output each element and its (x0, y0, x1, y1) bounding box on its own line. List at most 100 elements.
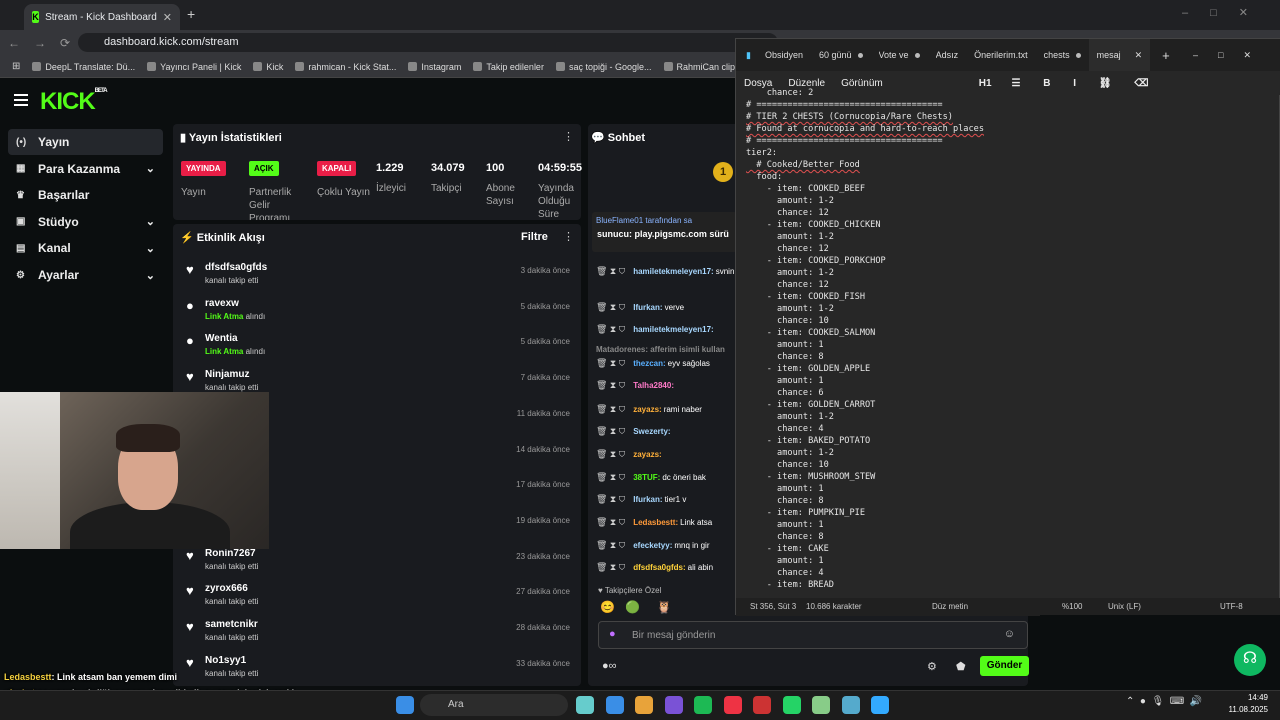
chat-username[interactable]: dfsdfsa0gfds: (633, 563, 685, 572)
taskbar-app-icon[interactable] (576, 696, 594, 714)
chat-username[interactable]: Ifurkan: (633, 495, 662, 504)
activity-item[interactable]: ♥ sametcnikr kanalı takip etti 28 dakika ön… (180, 615, 580, 651)
chat-username[interactable]: Matadorenes: afferim isimli kullan (596, 345, 725, 354)
mic-icon[interactable]: ● (609, 628, 616, 640)
taskbar-app-icon[interactable] (812, 696, 830, 714)
mod-tools-icon[interactable]: 🗑 ⧗ ⛉ (596, 540, 625, 550)
mod-tools-icon[interactable]: 🗑 ⧗ ⛉ (596, 358, 625, 368)
chat-message[interactable]: 🗑 ⧗ ⛉ Ledasbestt: Link atsa (596, 517, 736, 537)
send-button[interactable]: Gönder (980, 656, 1029, 676)
notepad-tab[interactable]: Önerilerim.txt (966, 39, 1036, 71)
chat-username[interactable]: Ledasbestt: (633, 518, 678, 527)
chat-username[interactable]: zayazs: (633, 450, 661, 459)
taskbar-search[interactable]: Ara (420, 694, 568, 716)
mod-tools-icon[interactable]: 🗑 ⧗ ⛉ (596, 380, 625, 390)
activity-item[interactable]: ● Wentia Link Atma alındı 5 dakika önce (180, 329, 580, 365)
chat-username[interactable]: Ifurkan: (633, 303, 662, 312)
activity-item[interactable]: ♥ zyrox666 kanalı takip etti 27 dakika önce (180, 579, 580, 615)
taskbar-app-icon[interactable] (664, 696, 683, 714)
notepad-tab[interactable]: 60 günü (811, 39, 871, 71)
activity-item[interactable]: ♥ No1syy1 kanalı takip etti 33 dakika önce (180, 651, 580, 687)
notepad-tab[interactable]: mesaj ✕ (1088, 39, 1151, 71)
mod-tools-icon[interactable]: 🗑 ⧗ ⛉ (596, 404, 625, 414)
chat-message[interactable]: 🗑 ⧗ ⛉ zayazs: rami naber (596, 404, 736, 424)
mod-tools-icon[interactable]: 🗑 ⧗ ⛉ (596, 494, 625, 504)
notepad-tab[interactable]: chests (1036, 39, 1089, 71)
sidebar-item-4[interactable]: ▤ Kanal ⌄ (8, 235, 163, 261)
nav-buttons[interactable]: ←→⟳ (8, 36, 84, 50)
help-icon[interactable]: ☊ (1234, 644, 1266, 676)
mod-tools-icon[interactable]: 🗑 ⧗ ⛉ (596, 302, 625, 312)
filter-button[interactable]: Filtre (521, 231, 548, 243)
clock[interactable]: 14:49 11.08.2025 (1229, 692, 1268, 716)
close-tab-icon[interactable]: ✕ (163, 11, 172, 24)
bookmark-item[interactable]: Takip edilenler (473, 62, 544, 72)
taskbar-app-icon[interactable] (871, 696, 889, 714)
pinned-message[interactable]: BlueFlame01 tarafından sa sunucu: play.p… (592, 212, 737, 252)
url-field[interactable]: dashboard.kick.com/stream (78, 33, 778, 52)
chat-message[interactable]: 🗑 ⧗ ⛉ Talha2840: (596, 380, 736, 400)
chat-username[interactable]: 38TUF: (633, 473, 660, 482)
tray-icons[interactable]: ⌃ ● 🎙 ⌨ 🔊 (1126, 696, 1202, 707)
notepad-text-area[interactable]: chance: 2 # =============================… (746, 87, 1271, 597)
chat-message[interactable]: 🗑 ⧗ ⛉ 38TUF: dc öneri bak (596, 472, 736, 492)
sidebar-item-0[interactable]: (•) Yayın (8, 129, 163, 155)
browser-tab[interactable]: K Stream - Kick Dashboard ✕ (24, 4, 180, 30)
close-tab-icon[interactable]: ✕ (1135, 50, 1143, 61)
new-tab-icon[interactable]: + (187, 6, 195, 22)
chat-username[interactable]: hamiletekmeleyen17: (633, 325, 714, 334)
activity-item[interactable]: ♥ dfsdfsa0gfds kanalı takip etti 3 dakika ö… (180, 258, 580, 294)
taskbar-app-icon[interactable] (723, 696, 742, 714)
notepad-tab[interactable]: Vote ve (871, 39, 928, 71)
activity-item[interactable]: ● ravexw Link Atma alındı 5 dakika önce (180, 294, 580, 330)
taskbar-app-icon[interactable] (753, 696, 771, 714)
bookmark-item[interactable]: DeepL Translate: Dü... (32, 62, 135, 72)
more-icon[interactable]: ⋮ (563, 130, 574, 143)
chat-username[interactable]: thezcan: (633, 359, 665, 368)
mod-tools-icon[interactable]: 🗑 ⧗ ⛉ (596, 324, 625, 334)
chat-message[interactable]: 🗑 ⧗ ⛉ thezcan: eyv sağolas (596, 358, 736, 378)
chat-username[interactable]: efecketyy: (633, 541, 672, 550)
emote-row[interactable]: 😊 🟢 🦉 (600, 600, 672, 614)
chat-settings-icon[interactable]: ⚙ (927, 660, 937, 673)
chat-message[interactable]: 🗑 ⧗ ⛉ Swezerty: (596, 426, 736, 446)
mod-tools-icon[interactable]: 🗑 ⧗ ⛉ (596, 266, 625, 276)
chat-username[interactable]: Swezerty: (633, 427, 670, 436)
sidebar-item-1[interactable]: ▦ Para Kazanma ⌄ (8, 156, 163, 182)
chat-message[interactable]: 🗑 ⧗ ⛉ Ifurkan: tier1 v (596, 494, 736, 514)
sidebar-item-2[interactable]: ♛ Başarılar (8, 182, 163, 208)
chat-username[interactable]: Talha2840: (633, 381, 674, 390)
chat-message[interactable]: 🗑 ⧗ ⛉ hamiletekmeleyen17: (596, 324, 736, 344)
emoji-icon[interactable]: ☺ (1004, 628, 1015, 640)
taskbar-app-icon[interactable] (605, 696, 624, 714)
chat-message[interactable]: 🗑 ⧗ ⛉ Ifurkan: verve (596, 302, 736, 322)
chat-message[interactable]: 🗑 ⧗ ⛉ dfsdfsa0gfds: ali abin (596, 562, 736, 582)
notepad-window-controls[interactable]: –□✕ (1193, 50, 1271, 61)
window-controls[interactable]: –□✕ (1182, 6, 1270, 19)
bookmark-item[interactable]: Yayıncı Paneli | Kick (147, 62, 241, 72)
bookmark-item[interactable]: Kick (253, 62, 283, 72)
chat-message[interactable]: 🗑 ⧗ ⛉ hamiletekmeleyen17: svnin (596, 266, 736, 298)
bookmark-item[interactable]: saç topiği - Google... (555, 62, 652, 72)
apps-icon[interactable]: ⊞ (12, 61, 20, 72)
chat-message[interactable]: 🗑 ⧗ ⛉ zayazs: (596, 449, 736, 469)
activity-more-icon[interactable]: ⋮ (563, 230, 574, 243)
mod-tools-icon[interactable]: 🗑 ⧗ ⛉ (596, 562, 625, 572)
taskbar-app-icon[interactable] (635, 696, 653, 714)
mod-tools-icon[interactable]: 🗑 ⧗ ⛉ (596, 472, 625, 482)
taskbar-app-icon[interactable] (841, 696, 860, 714)
mod-tools-icon[interactable]: 🗑 ⧗ ⛉ (596, 449, 625, 459)
notepad-tab[interactable]: Obsidyen (757, 39, 811, 71)
bookmark-item[interactable]: Instagram (408, 62, 461, 72)
chat-message[interactable]: 🗑 ⧗ ⛉ efecketyy: mnq in gir (596, 540, 736, 560)
new-tab-icon[interactable]: + (1162, 48, 1170, 63)
taskbar-app-icon[interactable] (694, 696, 712, 714)
chat-tools-icon[interactable]: ●∞ (602, 660, 617, 672)
mod-tools-icon[interactable]: 🗑 ⧗ ⛉ (596, 426, 625, 436)
taskbar-app-icon[interactable] (782, 696, 801, 714)
sidebar-item-5[interactable]: ⚙ Ayarlar ⌄ (8, 262, 163, 288)
bookmark-item[interactable]: rahmican - Kick Stat... (295, 62, 396, 72)
menu-icon[interactable] (14, 94, 28, 106)
gift-icon[interactable]: ⬟ (956, 660, 966, 673)
notepad-tab[interactable]: Adsız (928, 39, 967, 71)
